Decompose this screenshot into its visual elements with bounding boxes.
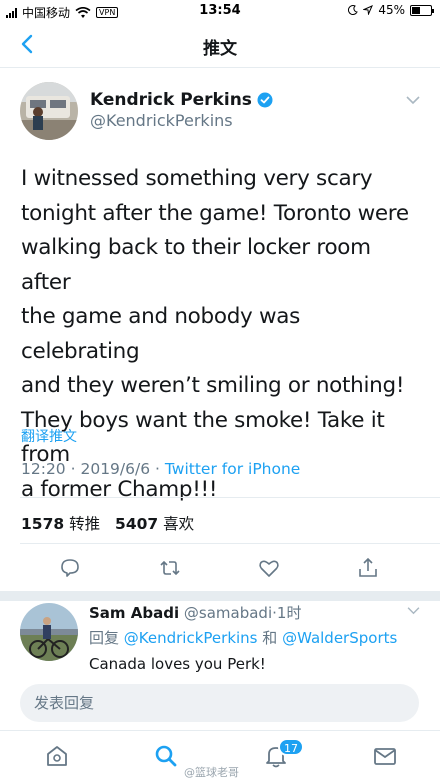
reply-age: 1时 <box>276 604 302 622</box>
retweet-count[interactable]: 1578 <box>21 515 64 533</box>
author-avatar[interactable] <box>20 82 78 140</box>
like-heart-icon[interactable] <box>257 556 281 580</box>
divider <box>20 497 440 498</box>
tweet-actions <box>0 556 440 580</box>
reply-header: Sam Abadi @samabadi·1时 <box>89 604 302 622</box>
retweet-icon[interactable] <box>158 556 182 580</box>
share-icon[interactable] <box>356 556 380 580</box>
notification-count-badge: 17 <box>278 738 304 756</box>
author-name-text: Kendrick Perkins <box>90 90 252 110</box>
reply-to-line: 回复 @KendrickPerkins 和 @WalderSports <box>89 627 397 648</box>
reply-avatar[interactable] <box>20 603 78 661</box>
page-title: 推文 <box>203 39 237 59</box>
moon-icon <box>348 5 359 15</box>
status-bar: 中国移动 VPN 13:54 45% <box>0 0 440 22</box>
verified-badge-icon <box>257 92 273 108</box>
reply-prefix: 回复 <box>89 629 120 647</box>
tweet-meta: 12:20 · 2019/6/6 · Twitter for iPhone <box>21 460 301 478</box>
reply-conj: 和 <box>262 629 278 647</box>
home-icon[interactable] <box>44 743 70 769</box>
chevron-down-icon[interactable] <box>407 606 420 615</box>
author-handle[interactable]: @KendrickPerkins <box>90 111 233 130</box>
translate-link[interactable]: 翻译推文 <box>21 426 77 446</box>
tweet-line: tonight after the game! Toronto were <box>21 200 409 226</box>
tweet-line: I witnessed something very scary <box>21 166 373 191</box>
watermark-text: @篮球老哥 <box>184 766 239 779</box>
mention-link[interactable]: @KendrickPerkins <box>124 629 258 647</box>
status-right: 45% <box>348 3 434 17</box>
battery-percent: 45% <box>378 3 405 17</box>
tweet-line: and they weren’t smiling or nothing! <box>21 373 405 398</box>
like-label[interactable]: 喜欢 <box>163 515 194 533</box>
reply-author-name[interactable]: Sam Abadi <box>89 604 179 622</box>
tweet-stats: 1578 转推 5407 喜欢 <box>21 512 204 534</box>
messages-mail-icon[interactable] <box>372 743 398 769</box>
tweet-line: walking back to their locker room after <box>21 235 371 295</box>
battery-icon <box>410 4 434 16</box>
reply-compose-input[interactable]: 发表回复 <box>20 684 419 722</box>
tweet-text: I witnessed something very scary tonight… <box>21 162 421 507</box>
mention-link[interactable]: @WalderSports <box>282 629 397 647</box>
like-count[interactable]: 5407 <box>115 515 158 533</box>
location-icon <box>363 5 374 15</box>
tweet-date: 2019/6/6 <box>80 460 151 478</box>
reply-icon[interactable] <box>58 556 82 580</box>
retweet-label[interactable]: 转推 <box>69 515 100 533</box>
tweet-time: 12:20 <box>21 460 66 478</box>
chevron-down-icon[interactable] <box>406 95 420 105</box>
author-name[interactable]: Kendrick Perkins <box>90 90 273 110</box>
tweet-client-link[interactable]: Twitter for iPhone <box>165 460 300 478</box>
divider <box>20 543 440 544</box>
section-separator <box>0 591 440 601</box>
reply-text: Canada loves you Perk! <box>89 655 266 673</box>
search-icon[interactable] <box>153 743 179 769</box>
tweet-line: the game and nobody was celebrating <box>21 304 301 364</box>
nav-bar: 推文 <box>0 22 440 68</box>
reply-author-handle[interactable]: @samabadi <box>184 604 272 622</box>
